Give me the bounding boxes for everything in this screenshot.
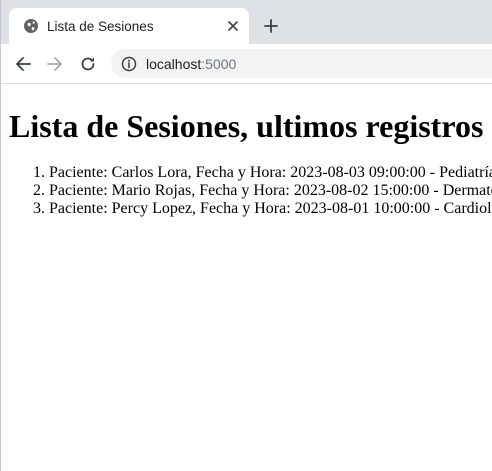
page-content: Lista de Sesiones, ultimos registros Pac…: [1, 84, 492, 471]
tab-lista-de-sesiones[interactable]: Lista de Sesiones: [9, 8, 249, 44]
globe-icon: [23, 18, 39, 34]
list-item: Paciente: Mario Rojas, Fecha y Hora: 202…: [49, 182, 492, 200]
new-tab-button[interactable]: [259, 14, 283, 38]
tab-strip: Lista de Sesiones: [1, 0, 492, 44]
arrow-left-icon: [15, 56, 31, 72]
address-bar[interactable]: localhost:5000: [111, 49, 492, 78]
list-item: Paciente: Carlos Lora, Fecha y Hora: 202…: [49, 164, 492, 182]
browser-toolbar: localhost:5000: [1, 44, 492, 84]
url-port: :5000: [201, 55, 237, 72]
plus-icon: [264, 19, 278, 33]
forward-button[interactable]: [43, 52, 67, 76]
arrow-right-icon: [47, 56, 63, 72]
page-title: Lista de Sesiones, ultimos registros: [9, 108, 484, 144]
list-item: Paciente: Percy Lopez, Fecha y Hora: 202…: [49, 200, 492, 218]
browser-window: Lista de Sesiones localhost:5000 Lista d…: [0, 0, 492, 471]
session-list: Paciente: Carlos Lora, Fecha y Hora: 202…: [9, 164, 492, 218]
info-icon[interactable]: [121, 56, 137, 72]
reload-icon: [80, 56, 96, 72]
reload-button[interactable]: [76, 52, 100, 76]
tab-title: Lista de Sesiones: [47, 18, 154, 34]
url-host: localhost: [146, 55, 202, 72]
back-button[interactable]: [11, 52, 35, 76]
close-icon[interactable]: [223, 16, 243, 36]
url-text: localhost:5000: [146, 56, 236, 72]
